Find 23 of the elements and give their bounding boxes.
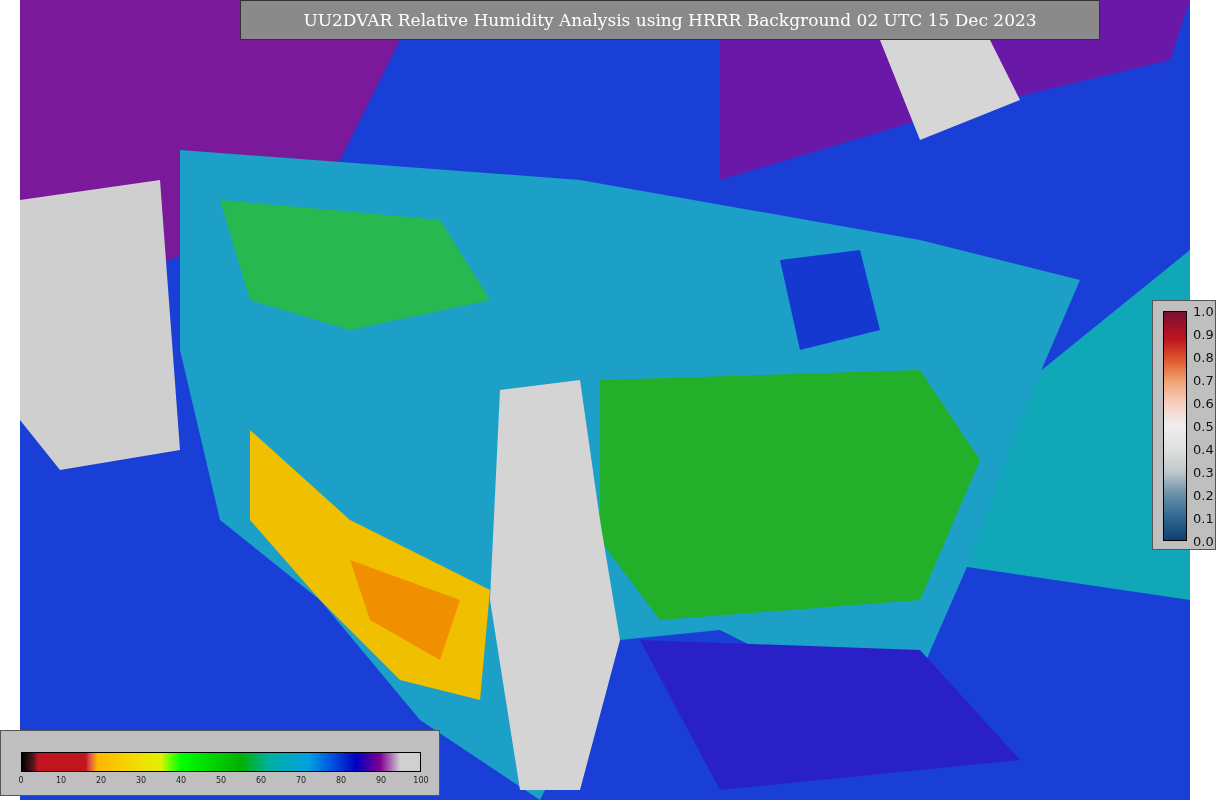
map-title: UU2DVAR Relative Humidity Analysis using HRRR Background 02 UTC 15 Dec 2023 [240,0,1100,40]
tick-label: 0.0 [1193,533,1214,549]
tick-label: 0.1 [1193,510,1214,526]
tick-label: 90 [375,775,387,787]
tick-label: 20 [95,775,107,787]
tick-label: 0.5 [1193,418,1214,434]
tick-label: 40 [175,775,187,787]
tick-label: 70 [295,775,307,787]
tick-label: 30 [135,775,147,787]
tick-label: 60 [255,775,267,787]
tick-label: 0.4 [1193,441,1214,457]
tick-label: 50 [215,775,227,787]
tick-label: 0 [18,775,24,787]
tick-label: 0.9 [1193,326,1214,342]
tick-label: 0.7 [1193,372,1214,388]
tick-label: 80 [335,775,347,787]
tick-label: 0.3 [1193,464,1214,480]
tick-label: 0.2 [1193,487,1214,503]
tick-label: 100 [413,775,429,787]
tick-label: 0.8 [1193,349,1214,365]
tick-label: 1.0 [1193,303,1214,319]
tick-label: 0.6 [1193,395,1214,411]
tick-label: 10 [55,775,67,787]
